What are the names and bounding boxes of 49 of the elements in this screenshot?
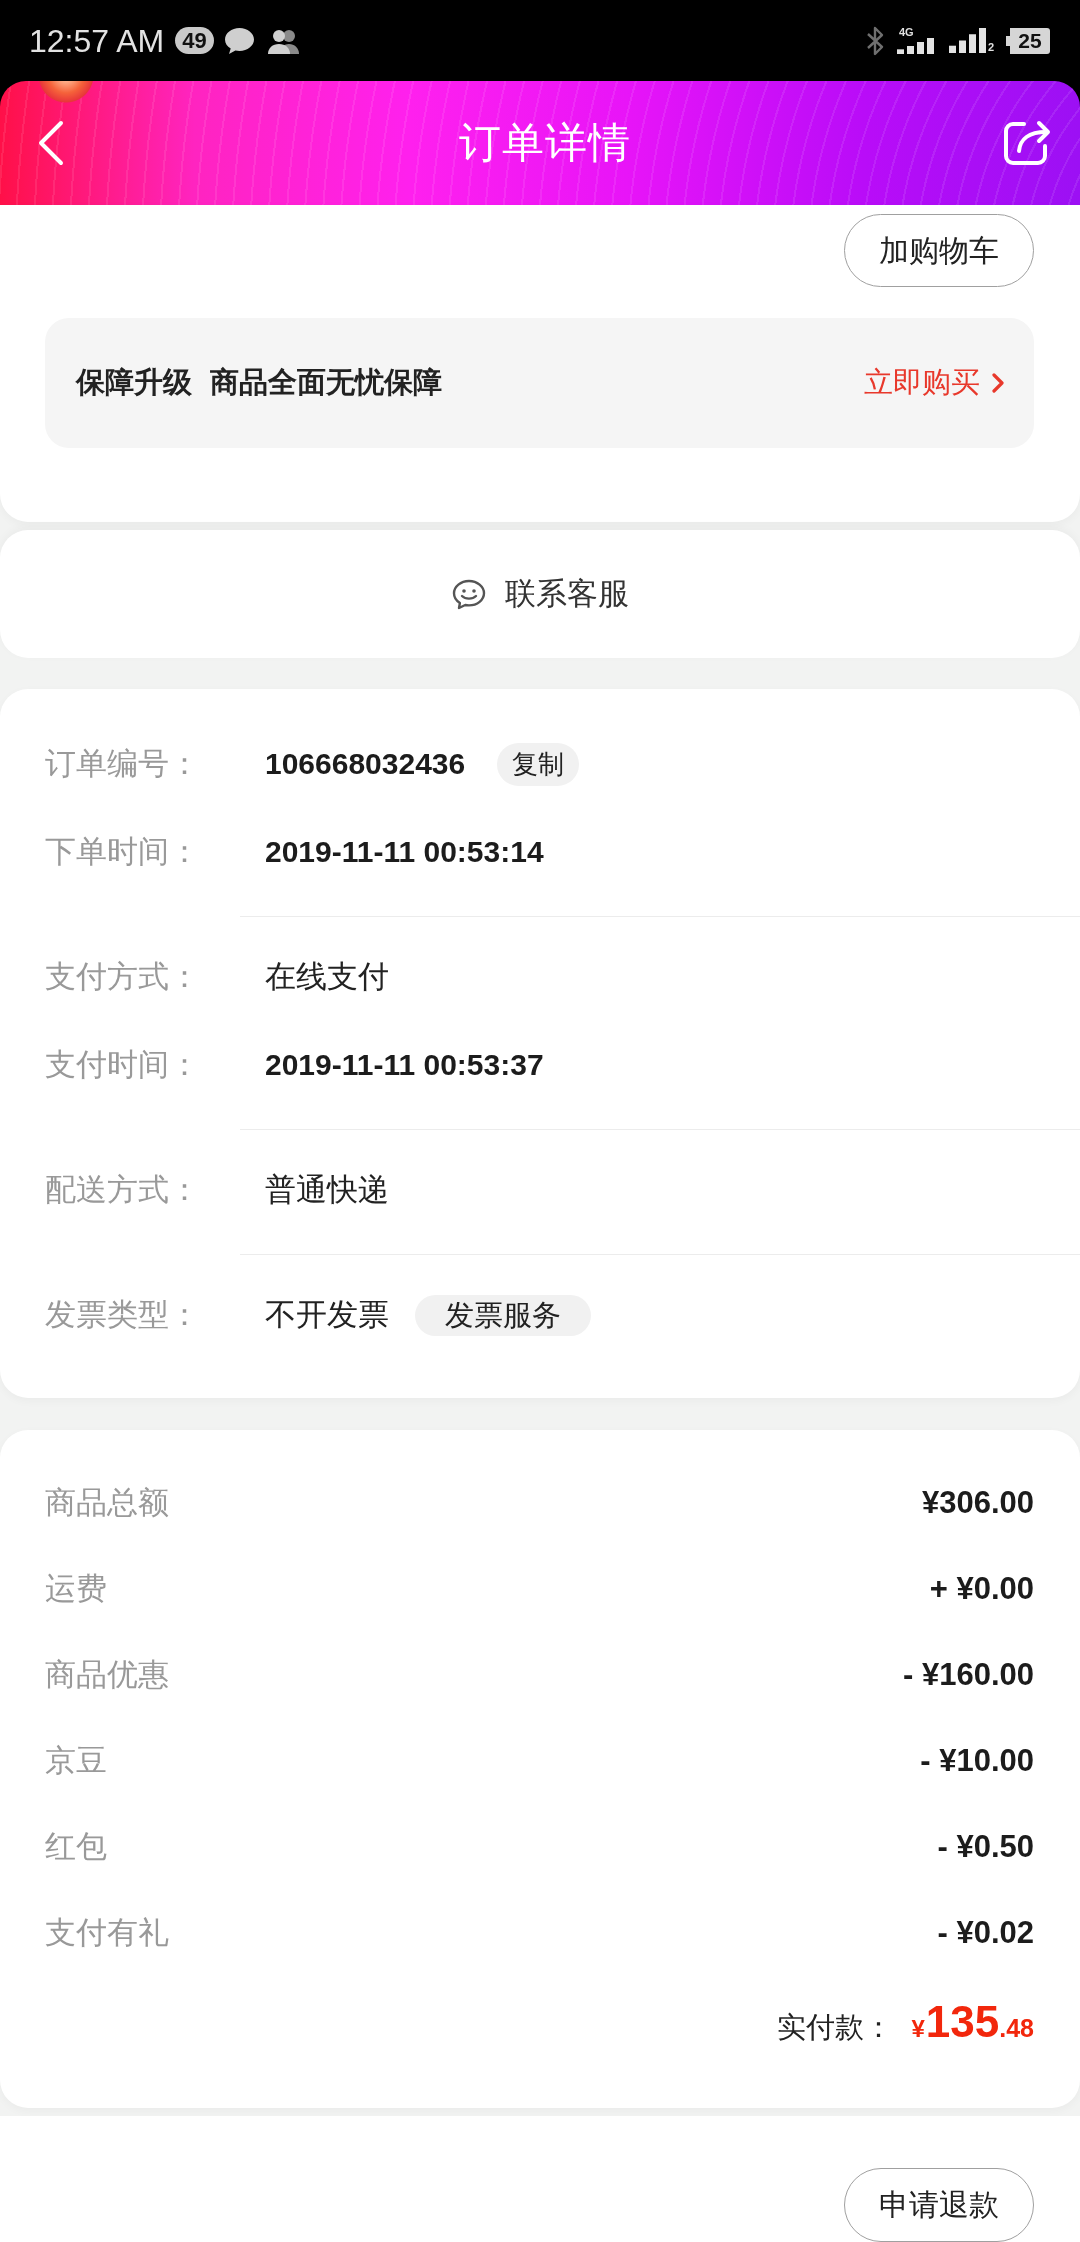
field-label: 发票类型： bbox=[45, 1295, 201, 1334]
field-value: 2019-11-11 00:53:37 bbox=[265, 1048, 544, 1082]
banner-title: 保障升级 bbox=[76, 364, 192, 401]
field-label: 订单编号： bbox=[45, 744, 201, 783]
page-title: 订单详情 bbox=[459, 117, 631, 169]
field-label: 支付方式： bbox=[45, 957, 201, 996]
refund-button[interactable]: 申请退款 bbox=[844, 2168, 1034, 2242]
bluetooth-icon bbox=[865, 25, 885, 56]
field-value: 106668032436 bbox=[265, 747, 466, 781]
signal-icon bbox=[948, 28, 987, 53]
total-amount: ¥135.48 bbox=[911, 2000, 1034, 2044]
chevron-right-icon bbox=[992, 373, 1004, 393]
contact-service-button[interactable]: 联系客服 bbox=[0, 530, 1080, 658]
banner-description: 商品全面无忧保障 bbox=[210, 364, 442, 401]
smiley-chat-icon bbox=[451, 578, 486, 610]
back-icon[interactable] bbox=[38, 120, 64, 166]
battery-indicator: 25 bbox=[1006, 27, 1050, 54]
chat-bubble-icon bbox=[223, 26, 255, 55]
field-value: 普通快递 bbox=[265, 1170, 389, 1209]
invoice-service-button[interactable]: 发票服务 bbox=[415, 1294, 591, 1336]
field-label: 支付时间： bbox=[45, 1045, 201, 1084]
field-value: 在线支付 bbox=[265, 957, 389, 996]
price-label: 商品总额 bbox=[45, 1483, 169, 1522]
price-value: - ¥0.02 bbox=[937, 1915, 1034, 1951]
add-to-cart-button[interactable]: 加购物车 bbox=[844, 214, 1034, 287]
sim-slot-label: 2 bbox=[987, 42, 994, 53]
price-label: 运费 bbox=[45, 1569, 107, 1608]
network-type-label: 4G bbox=[898, 27, 914, 38]
price-label: 支付有礼 bbox=[45, 1913, 169, 1952]
price-value: - ¥0.50 bbox=[937, 1829, 1034, 1865]
price-label: 红包 bbox=[45, 1827, 107, 1866]
price-label: 京豆 bbox=[45, 1741, 107, 1780]
notification-count: 49 bbox=[175, 27, 214, 54]
status-time: 12:57 AM bbox=[29, 24, 165, 57]
copy-button[interactable]: 复制 bbox=[497, 742, 580, 786]
price-label: 商品优惠 bbox=[45, 1655, 169, 1694]
price-value: ¥306.00 bbox=[921, 1485, 1034, 1521]
price-value: + ¥0.00 bbox=[929, 1571, 1034, 1607]
signal-icon bbox=[896, 38, 935, 54]
people-icon bbox=[267, 27, 300, 54]
price-value: - ¥10.00 bbox=[920, 1743, 1034, 1779]
field-value: 不开发票 bbox=[265, 1295, 389, 1334]
field-value: 2019-11-11 00:53:14 bbox=[265, 835, 544, 869]
price-value: - ¥160.00 bbox=[903, 1657, 1034, 1693]
buy-now-link[interactable]: 立即购买 bbox=[864, 363, 1004, 403]
field-label: 下单时间： bbox=[45, 832, 201, 871]
field-label: 配送方式： bbox=[45, 1170, 201, 1209]
total-label: 实付款： bbox=[777, 2009, 894, 2046]
share-icon[interactable] bbox=[1002, 118, 1052, 168]
